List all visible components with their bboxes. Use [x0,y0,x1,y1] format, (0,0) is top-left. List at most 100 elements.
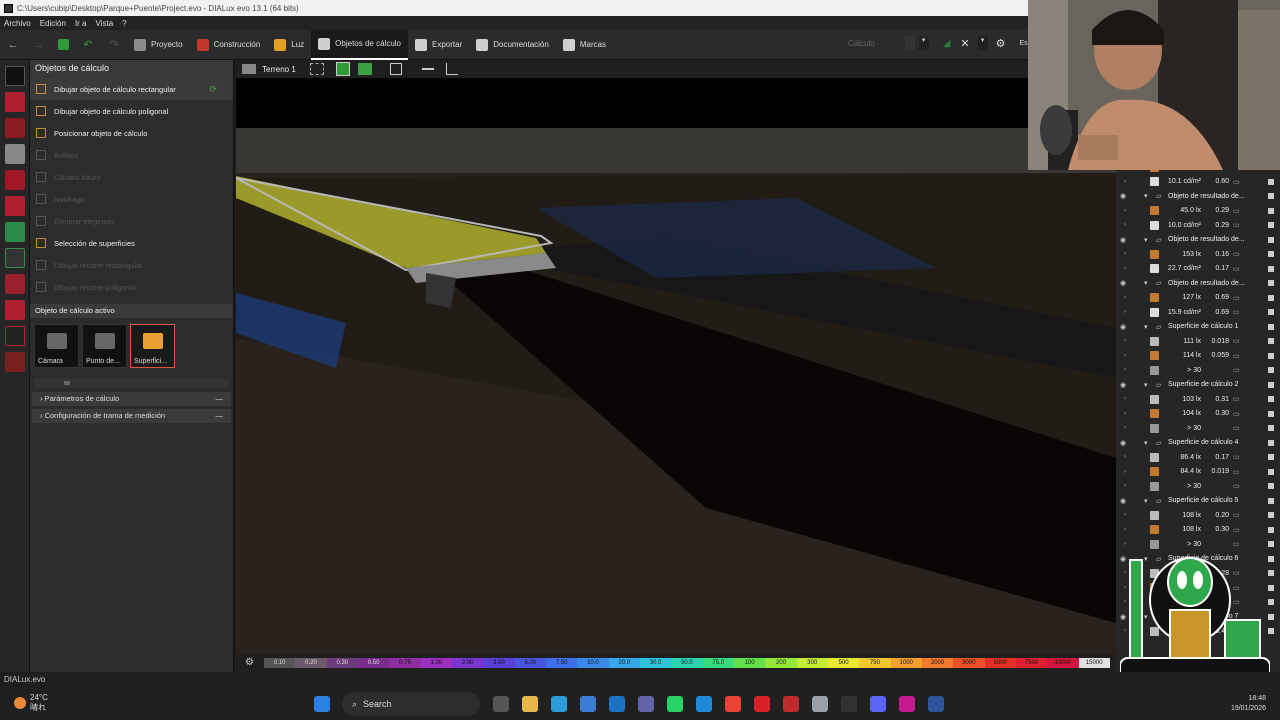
visibility-toggle[interactable] [1268,251,1274,258]
eye-icon[interactable]: ◉ [1120,192,1132,200]
visibility-toggle[interactable] [1268,512,1274,519]
distribution-icon[interactable]: ▭ [1233,468,1240,476]
distribution-icon[interactable]: ▭ [1233,265,1240,273]
visibility-toggle[interactable] [1268,236,1274,243]
ceiling-tool-icon[interactable] [5,196,25,216]
forward-icon[interactable]: → [32,38,46,52]
tab-objetos-de-calculo[interactable]: Objetos de cálculo [311,29,408,60]
distribution-icon[interactable]: ▭ [1233,178,1240,186]
visibility-toggle[interactable] [1268,294,1274,301]
result-group-objeto-de-resultado-de[interactable]: ◉ ▾ ▱ Objeto de resultado de... [1116,189,1280,204]
edge-icon[interactable] [550,696,567,712]
visibility-toggle[interactable] [1268,367,1274,374]
distribution-icon[interactable]: ▭ [1233,337,1240,345]
tab-construccion[interactable]: Construcción [190,30,268,60]
distribution-icon[interactable]: ▭ [1233,482,1240,490]
menu-dropdown-icon[interactable]: ▾ [977,36,988,50]
filezilla-icon[interactable] [782,696,799,712]
result-row[interactable]: › 103 lx 0.31 ▭ [1116,392,1280,407]
distribution-icon[interactable]: ▭ [1233,221,1240,229]
result-group-objeto-de-resultado-de[interactable]: ◉ ▾ ▱ Objeto de resultado de... [1116,233,1280,248]
windows-start-icon[interactable] [313,696,330,712]
menu-item-[interactable]: ? [122,19,126,28]
expand-arrow-icon[interactable]: ▾ [1144,236,1156,244]
axis-icon[interactable] [445,63,458,75]
visibility-toggle[interactable] [1268,381,1274,388]
teams-icon[interactable] [637,696,654,712]
thumb-superfici[interactable]: Superfici... [130,324,175,368]
distribution-icon[interactable]: ▭ [1233,410,1240,418]
result-row[interactable]: › 127 lx 0.69 ▭ [1116,291,1280,306]
calc-spinner[interactable] [904,36,915,50]
eye-icon[interactable]: ◉ [1120,279,1132,287]
cut-tool-icon[interactable] [5,300,25,320]
weather-widget[interactable]: 24°C 晴れ [14,693,48,713]
panel-item-seleccion-de-superficies[interactable]: Selección de superficies [30,232,233,254]
visibility-toggle[interactable] [1268,265,1274,272]
view-3d-icon[interactable] [335,62,350,76]
expand-arrow-icon[interactable]: › [1124,251,1136,257]
expand-arrow-icon[interactable]: › [1124,469,1136,475]
room-tool-icon[interactable] [5,92,25,112]
distribution-icon[interactable]: ▭ [1233,366,1240,374]
task-view-icon[interactable] [492,696,509,712]
scale-settings-gear-icon[interactable]: ⚙ [245,657,254,668]
visibility-toggle[interactable] [1268,338,1274,345]
visibility-toggle[interactable] [1268,439,1274,446]
eye-icon[interactable]: ◉ [1120,323,1132,331]
distribution-icon[interactable]: ▭ [1233,207,1240,215]
visibility-toggle[interactable] [1268,497,1274,504]
expand-arrow-icon[interactable]: › [1124,425,1136,431]
result-group-superficie-de-calculo-1[interactable]: ◉ ▾ ▱ Superficie de cálculo 1 [1116,320,1280,335]
view-eye-tool-icon[interactable] [5,248,25,268]
expand-arrow-icon[interactable]: ▾ [1144,381,1156,389]
result-row[interactable]: › 108 lx 0.20 ▭ [1116,508,1280,523]
result-group-superficie-de-calculo-4[interactable]: ◉ ▾ ▱ Superficie de cálculo 4 [1116,436,1280,451]
distribution-icon[interactable]: ▭ [1233,294,1240,302]
expand-arrow-icon[interactable]: › [1124,309,1136,315]
steam-icon[interactable] [811,696,828,712]
tab-documentacion[interactable]: Documentación [469,30,556,60]
result-row[interactable]: › 22.7 cd/m² 0.17 ▭ [1116,262,1280,277]
visibility-toggle[interactable] [1268,352,1274,359]
result-group-objeto-de-resultado-de[interactable]: ◉ ▾ ▱ Objeto de resultado de... [1116,276,1280,291]
store-icon[interactable] [579,696,596,712]
cylinder-tool-icon[interactable] [5,144,25,164]
expand-arrow-icon[interactable]: › [1124,353,1136,359]
result-row[interactable]: › 10.1 cd/m² 0.60 ▭ [1116,175,1280,190]
result-group-superficie-de-calculo-2[interactable]: ◉ ▾ ▱ Superficie de cálculo 2 [1116,378,1280,393]
rect-tool-icon[interactable] [5,326,25,346]
visibility-toggle[interactable] [1268,483,1274,490]
fit-view-icon[interactable] [389,63,402,75]
measure-icon[interactable] [421,68,434,70]
save-icon[interactable] [58,39,69,50]
visibility-toggle[interactable] [1268,193,1274,200]
clipchamp-icon[interactable] [898,696,915,712]
size-slider[interactable] [34,378,229,388]
eye-icon[interactable]: ◉ [1120,439,1132,447]
distribution-icon[interactable]: ▭ [1233,308,1240,316]
discord-icon[interactable] [869,696,886,712]
color-scale-strip[interactable]: 0.10 0.20 0.30 0.50 0.75 1.00 2.00 3.00 5.00 7.50… [264,658,1110,668]
distribution-icon[interactable]: ▭ [1233,453,1240,461]
visibility-toggle[interactable] [1268,309,1274,316]
menu-item-vista[interactable]: Vista [96,19,114,28]
visibility-toggle[interactable] [1268,410,1274,417]
panel-item-dibujar-objeto-de-calculo-poligonal[interactable]: Dibujar objeto de cálculo poligonal [30,100,233,122]
acrobat-icon[interactable] [753,696,770,712]
result-group-superficie-de-calculo-5[interactable]: ◉ ▾ ▱ Superficie de cálculo 5 [1116,494,1280,509]
select-region-icon[interactable] [309,63,324,75]
result-row[interactable]: › 84.4 lx 0.019 ▭ [1116,465,1280,480]
stairs-tool-icon[interactable] [5,352,25,372]
visibility-toggle[interactable] [1268,468,1274,475]
calc-surface-tool-icon[interactable] [5,222,25,242]
visibility-toggle[interactable] [1268,454,1274,461]
distribution-icon[interactable]: ▭ [1233,511,1240,519]
furniture-tool-icon[interactable] [5,170,25,190]
expand-arrow-icon[interactable]: ▾ [1144,497,1156,505]
result-row[interactable]: › 86.4 lx 0.17 ▭ [1116,450,1280,465]
result-row[interactable]: › 104 lx 0.30 ▭ [1116,407,1280,422]
menu-item-archivo[interactable]: Archivo [4,19,31,28]
tab-luz[interactable]: Luz [267,30,311,60]
vscode-icon[interactable] [695,696,712,712]
